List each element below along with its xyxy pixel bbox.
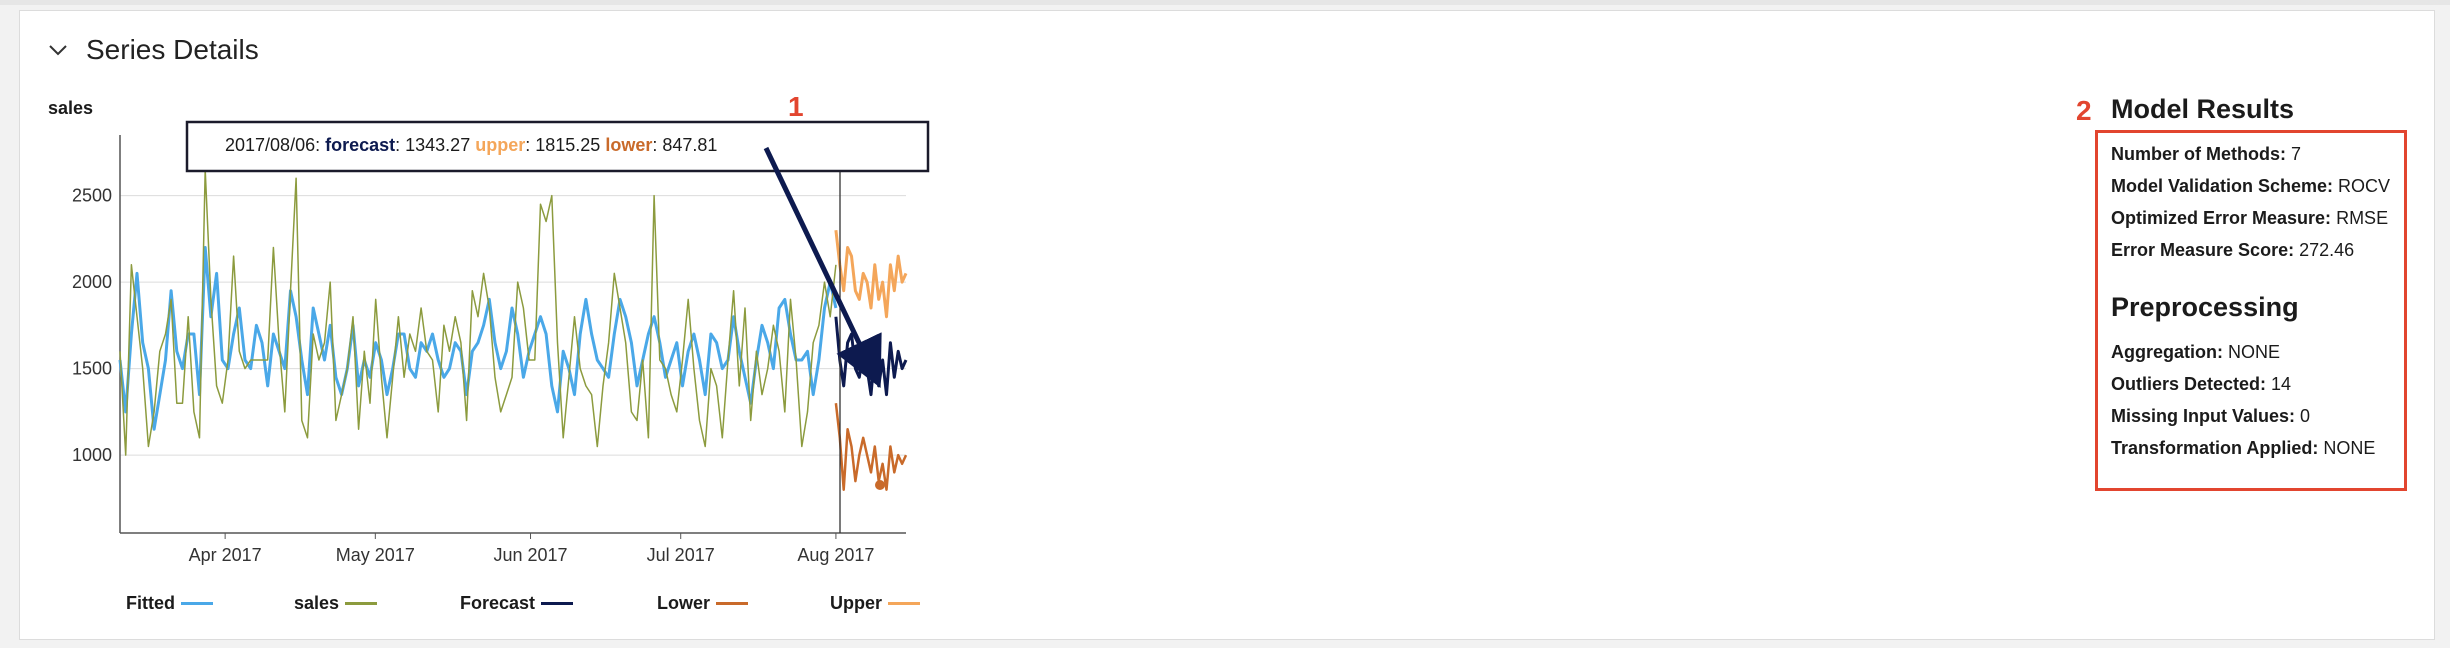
y-tick-label: 1500 bbox=[72, 359, 112, 379]
preprocessing-row: Missing Input Values: 0 bbox=[2111, 406, 2310, 427]
legend-swatch bbox=[888, 601, 921, 605]
preprocessing-row: Outliers Detected: 14 bbox=[2111, 374, 2291, 395]
series-line-fitted[interactable] bbox=[118, 246, 838, 431]
row-value: 14 bbox=[2266, 374, 2292, 394]
row-label: Number of Methods: bbox=[2111, 144, 2286, 164]
model-results-row: Number of Methods: 7 bbox=[2111, 144, 2301, 165]
row-value: NONE bbox=[2223, 342, 2281, 362]
legend-label: Upper bbox=[830, 592, 883, 613]
callout-number-2: 2 bbox=[2076, 95, 2092, 126]
x-tick-label: Jun 2017 bbox=[493, 545, 567, 565]
legend-item-sales[interactable]: sales bbox=[294, 592, 378, 614]
legend-item-lower[interactable]: Lower bbox=[657, 592, 749, 614]
y-tick-label: 2500 bbox=[72, 186, 112, 206]
callout-number-1: 1 bbox=[788, 91, 804, 122]
model-results-row: Optimized Error Measure: RMSE bbox=[2111, 208, 2388, 229]
row-value: 272.46 bbox=[2294, 240, 2355, 260]
legend-label: sales bbox=[294, 592, 340, 613]
tooltip-upper-value: : 1815.25 bbox=[525, 135, 600, 155]
x-tick-label: Apr 2017 bbox=[189, 545, 262, 565]
row-label: Optimized Error Measure: bbox=[2111, 208, 2332, 228]
row-label: Transformation Applied: bbox=[2111, 438, 2319, 458]
tooltip-date: 2017/08/06: bbox=[225, 135, 320, 155]
x-tick-label: Aug 2017 bbox=[797, 545, 874, 565]
lower-hover-dot bbox=[875, 480, 885, 490]
y-tick-label: 1000 bbox=[72, 445, 112, 465]
row-label: Missing Input Values: bbox=[2111, 406, 2296, 426]
row-label: Error Measure Score: bbox=[2111, 240, 2295, 260]
row-value: ROCV bbox=[2333, 176, 2391, 196]
legend-swatch bbox=[345, 601, 378, 605]
legend-label: Lower bbox=[657, 592, 711, 613]
legend-swatch bbox=[181, 601, 213, 605]
series-line-lower[interactable] bbox=[834, 403, 908, 491]
axis-layer: 1000 1500 2000 2500 Apr 2017 May 2017 Jun 2017… bbox=[72, 135, 906, 565]
tooltip-lower-value: : 847.81 bbox=[652, 135, 717, 155]
y-tick-label: 2000 bbox=[72, 272, 112, 292]
y-axis-label: sales bbox=[48, 98, 93, 118]
series-line-forecast[interactable] bbox=[834, 316, 908, 397]
model-results-row: Model Validation Scheme: ROCV bbox=[2111, 176, 2390, 197]
tooltip-lower-label: lower bbox=[605, 135, 652, 155]
row-value: NONE bbox=[2318, 438, 2376, 458]
legend-swatch bbox=[541, 601, 574, 605]
row-value: 0 bbox=[2295, 406, 2311, 426]
model-results-row: Error Measure Score: 272.46 bbox=[2111, 240, 2354, 261]
legend-label: Fitted bbox=[126, 592, 175, 613]
row-value: RMSE bbox=[2331, 208, 2389, 228]
series-line-sales[interactable] bbox=[119, 168, 837, 456]
legend-label: Forecast bbox=[460, 592, 536, 613]
model-results-title: Model Results bbox=[2111, 94, 2295, 124]
x-tick-label: May 2017 bbox=[336, 545, 415, 565]
annotation-arrow bbox=[763, 146, 882, 389]
series-layer bbox=[118, 168, 908, 491]
tooltip-text: 2017/08/06: forecast: 1343.27 upper: 181… bbox=[225, 135, 717, 155]
preprocessing-row: Aggregation: NONE bbox=[2111, 342, 2280, 363]
legend-item-forecast[interactable]: Forecast bbox=[460, 592, 574, 614]
series-line-upper[interactable] bbox=[834, 230, 908, 319]
tooltip-forecast-label: forecast bbox=[325, 135, 395, 155]
legend-item-fitted[interactable]: Fitted bbox=[126, 592, 213, 614]
tooltip-upper-label: upper bbox=[475, 135, 525, 155]
row-value: 7 bbox=[2286, 144, 2302, 164]
preprocessing-row: Transformation Applied: NONE bbox=[2111, 438, 2375, 459]
row-label: Aggregation: bbox=[2111, 342, 2223, 362]
tooltip-forecast-value: : 1343.27 bbox=[395, 135, 470, 155]
legend-item-upper[interactable]: Upper bbox=[830, 592, 921, 614]
row-label: Outliers Detected: bbox=[2111, 374, 2267, 394]
x-tick-label: Jul 2017 bbox=[647, 545, 715, 565]
preprocessing-title: Preprocessing bbox=[2111, 292, 2299, 322]
row-label: Model Validation Scheme: bbox=[2111, 176, 2334, 196]
legend-swatch bbox=[716, 601, 749, 605]
